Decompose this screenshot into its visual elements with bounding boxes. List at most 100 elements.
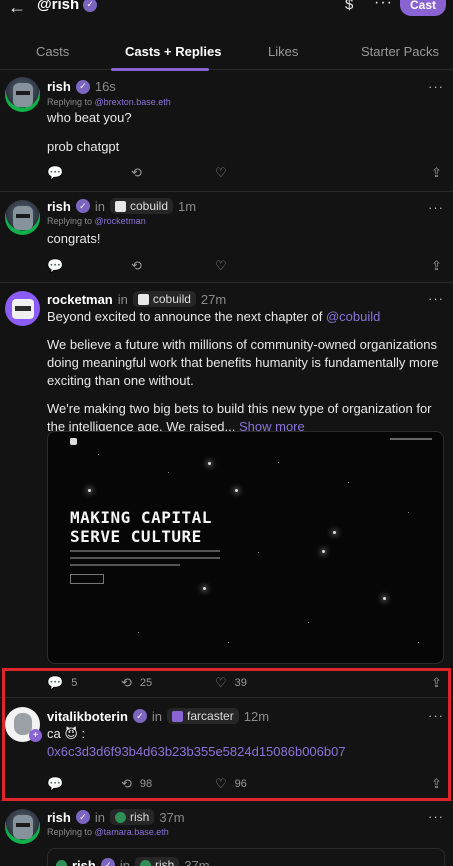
- profile-handle: @rish ✓: [37, 0, 98, 13]
- recast-icon[interactable]: ⟲: [131, 165, 142, 181]
- channel-name: rish: [154, 858, 175, 866]
- cast-more-icon[interactable]: ···: [428, 291, 444, 306]
- headline-line: SERVE CULTURE: [70, 527, 202, 546]
- quote-author-name: rish: [72, 857, 96, 866]
- author-name[interactable]: rish: [47, 79, 71, 94]
- tab-likes[interactable]: Likes: [268, 44, 298, 59]
- embed-cta: [70, 574, 104, 584]
- channel-icon: [137, 293, 149, 305]
- author-name[interactable]: rocketman: [47, 292, 113, 307]
- paragraph: We believe a future with millions of com…: [47, 337, 439, 388]
- reply-prefix: Replying to: [47, 827, 93, 837]
- recast-icon[interactable]: ⟲: [131, 258, 142, 274]
- quoted-cast[interactable]: rish ✓ in rish 37m: [47, 848, 445, 866]
- channel-chip[interactable]: rish: [109, 809, 155, 825]
- channel-name: cobuild: [129, 199, 168, 213]
- reply-prefix: Replying to: [47, 97, 93, 107]
- cast-header: rish ✓ in cobuild 1m: [47, 198, 196, 214]
- mention-link[interactable]: @tamara.base.eth: [95, 827, 169, 837]
- mention-link[interactable]: @brexton.base.eth: [95, 97, 171, 107]
- share-icon[interactable]: ⇪: [431, 258, 442, 274]
- avatar[interactable]: [5, 200, 40, 235]
- embed-subtext: [70, 550, 220, 571]
- heart-icon[interactable]: ♡: [215, 165, 227, 181]
- channel-chip[interactable]: cobuild: [109, 198, 173, 214]
- cast-header: rocketman in cobuild 27m: [47, 291, 226, 307]
- channel-icon: [139, 859, 151, 866]
- cast-line: who beat you?: [47, 110, 132, 125]
- in-label: in: [94, 198, 105, 214]
- reply-context: Replying to @rocketman: [47, 216, 146, 226]
- timestamp: 1m: [178, 198, 197, 214]
- reply-prefix: Replying to: [47, 216, 93, 226]
- author-name[interactable]: rish: [47, 810, 71, 825]
- tab-casts-replies[interactable]: Casts + Replies: [125, 44, 221, 59]
- mention-link[interactable]: @cobuild: [326, 309, 380, 324]
- quote-header: rish ✓ in rish 37m: [56, 857, 210, 866]
- star: [203, 587, 206, 590]
- tab-casts[interactable]: Casts: [36, 44, 69, 59]
- timestamp: 37m: [159, 809, 185, 825]
- channel-chip: rish: [134, 857, 180, 866]
- verified-badge-icon: ✓: [75, 199, 90, 213]
- reply-context: Replying to @tamara.base.eth: [47, 827, 169, 837]
- in-label: in: [119, 857, 130, 866]
- paragraph-text: Beyond excited to announce the next chap…: [47, 309, 326, 324]
- cast-text: Beyond excited to announce the next chap…: [47, 308, 447, 436]
- channel-name: rish: [129, 810, 150, 824]
- channel-chip[interactable]: cobuild: [132, 291, 196, 307]
- heart-icon[interactable]: ♡: [215, 258, 227, 274]
- handle-text: @rish: [37, 0, 80, 13]
- timestamp: 16s: [94, 79, 116, 94]
- headline-line: MAKING CAPITAL: [70, 508, 212, 527]
- in-label: in: [94, 809, 105, 825]
- avatar[interactable]: [5, 291, 40, 326]
- embed-headline: MAKING CAPITAL SERVE CULTURE: [70, 508, 212, 546]
- timestamp: 27m: [200, 291, 227, 307]
- cast-header: rish ✓ 16s: [47, 79, 116, 94]
- avatar[interactable]: [5, 809, 40, 844]
- tab-starter-packs[interactable]: Starter Packs: [361, 44, 439, 59]
- dollar-icon[interactable]: $: [345, 0, 353, 13]
- cast-text: congrats!: [47, 231, 101, 246]
- mention-link[interactable]: @rocketman: [95, 216, 146, 226]
- star: [235, 489, 238, 492]
- channel-name: cobuild: [152, 292, 191, 306]
- cast-more-icon[interactable]: ···: [428, 79, 444, 94]
- embed-image[interactable]: MAKING CAPITAL SERVE CULTURE: [47, 431, 444, 664]
- star: [333, 531, 336, 534]
- reply-icon[interactable]: 💬: [47, 165, 63, 181]
- reply-context: Replying to @brexton.base.eth: [47, 97, 171, 107]
- verified-badge-icon: ✓: [75, 810, 90, 824]
- paragraph: Beyond excited to announce the next chap…: [47, 308, 447, 326]
- verified-badge-icon: ✓: [100, 858, 115, 866]
- star: [383, 597, 386, 600]
- cast-text: who beat you? prob chatgpt: [47, 109, 447, 156]
- avatar[interactable]: [5, 77, 40, 112]
- star: [322, 550, 325, 553]
- reply-icon[interactable]: 💬: [47, 258, 63, 274]
- quote-avatar: [56, 859, 67, 866]
- cast-actions: 💬 ⟲ ♡ ⇪: [47, 165, 443, 181]
- cast-more-icon[interactable]: ···: [428, 809, 444, 824]
- cast-item[interactable]: rish ✓ 16s ··· Replying to @brexton.base…: [0, 71, 453, 192]
- author-name[interactable]: rish: [47, 199, 71, 214]
- more-options-icon[interactable]: ···: [374, 0, 393, 12]
- cast-item[interactable]: rish ✓ in cobuild 1m ··· Replying to @ro…: [0, 192, 453, 283]
- in-label: in: [117, 291, 128, 307]
- star: [88, 489, 91, 492]
- share-icon[interactable]: ⇪: [431, 165, 442, 181]
- verified-badge-icon: ✓: [83, 0, 98, 12]
- top-bar: ← @rish ✓ $ ··· Cast: [0, 0, 453, 22]
- back-arrow-icon[interactable]: ←: [8, 0, 26, 18]
- cast-header: rish ✓ in rish 37m: [47, 809, 185, 825]
- embed-nav: [390, 438, 432, 440]
- cast-line: prob chatgpt: [47, 139, 120, 154]
- highlight-box: [2, 668, 451, 801]
- cast-actions: 💬 ⟲ ♡ ⇪: [47, 258, 443, 274]
- star: [208, 462, 211, 465]
- cast-more-icon[interactable]: ···: [428, 200, 444, 215]
- cast-button[interactable]: Cast: [400, 0, 446, 16]
- timestamp: 37m: [184, 857, 210, 866]
- embed-logo: [70, 438, 77, 445]
